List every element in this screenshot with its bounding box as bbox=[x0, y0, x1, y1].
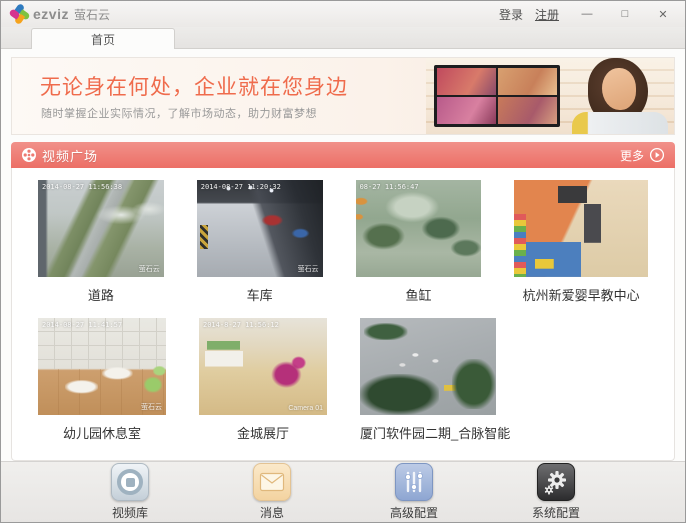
advanced-config-icon bbox=[395, 463, 433, 501]
thumbnail-timestamp: 2014-08-27 11:41:57 bbox=[42, 321, 122, 329]
minimize-button[interactable]: — bbox=[573, 4, 601, 24]
toolbar-item-label: 视频库 bbox=[112, 504, 148, 521]
banner-photo bbox=[426, 58, 674, 134]
toolbar-item-label: 系统配置 bbox=[532, 504, 580, 521]
toolbar-item-messages[interactable]: 消息 bbox=[229, 463, 315, 521]
toolbar-item-label: 高级配置 bbox=[390, 504, 438, 521]
thumbnail-timestamp: 2014-08-27 11:56:38 bbox=[42, 183, 122, 191]
thumbnail-caption: 鱼缸 bbox=[356, 285, 482, 304]
video-plaza-body: 2014-08-27 11:56:38 萤石云 道路 2014-08-27 11… bbox=[11, 168, 675, 461]
thumbnail-timestamp: 2014-08-27 11:20:32 bbox=[201, 183, 281, 191]
toolbar-item-system-config[interactable]: 系统配置 bbox=[513, 463, 599, 521]
ezviz-pinwheel-icon bbox=[11, 5, 29, 23]
thumbnail-timestamp: 2014-8-27 11:56:12 bbox=[203, 321, 279, 329]
close-button[interactable]: ✕ bbox=[649, 4, 677, 24]
more-arrow-icon bbox=[649, 147, 665, 163]
thumbnail-image: 08-27 11:56:47 bbox=[356, 180, 482, 277]
thumbnail-timestamp: 08-27 11:56:47 bbox=[360, 183, 419, 191]
app-window: ezviz 萤石云 登录 注册 — □ ✕ 首页 无论身在何处，企业就在您身边 … bbox=[0, 0, 686, 523]
tab-bar: 首页 bbox=[1, 27, 685, 49]
more-button[interactable]: 更多 bbox=[620, 147, 665, 164]
thumbnail-watermark: 萤石云 bbox=[139, 264, 160, 274]
bottom-toolbar: 视频库 消息 高级配置 bbox=[1, 461, 685, 522]
woman-graphic bbox=[560, 58, 670, 135]
promo-banner[interactable]: 无论身在何处，企业就在您身边 随时掌握企业实际情况，了解市场动态，助力财富梦想 bbox=[11, 57, 675, 135]
cctv-monitor-graphic bbox=[434, 65, 560, 127]
main-content: 无论身在何处，企业就在您身边 随时掌握企业实际情况，了解市场动态，助力财富梦想 bbox=[1, 49, 685, 461]
thumbnail-caption: 厦门软件园二期_合脉智能 bbox=[360, 423, 496, 442]
video-plaza-title: 视频广场 bbox=[42, 146, 98, 165]
thumbnail-row: 2014-08-27 11:41:57 萤石云 幼儿园休息室 2014-8-27… bbox=[38, 318, 648, 442]
thumbnail-row: 2014-08-27 11:56:38 萤石云 道路 2014-08-27 11… bbox=[38, 180, 648, 304]
monitor-cell bbox=[437, 68, 496, 95]
login-link[interactable]: 登录 bbox=[495, 4, 527, 25]
thumbnail-caption: 金城展厅 bbox=[199, 423, 327, 442]
brand-name-cn: 萤石云 bbox=[74, 6, 110, 23]
record-ring bbox=[117, 469, 143, 495]
tab-home[interactable]: 首页 bbox=[31, 28, 175, 49]
monitor-cell bbox=[437, 97, 496, 124]
thumbnail-caption: 道路 bbox=[38, 285, 164, 304]
thumbnail-image: 2014-08-27 11:20:32 萤石云 bbox=[197, 180, 323, 277]
app-logo: ezviz 萤石云 bbox=[11, 5, 110, 23]
thumbnail-watermark: 萤石云 bbox=[298, 264, 319, 274]
message-icon bbox=[253, 463, 291, 501]
thumbnail-image: 2014-08-27 11:56:38 萤石云 bbox=[38, 180, 164, 277]
monitor-cell bbox=[498, 97, 557, 124]
thumbnail-image bbox=[360, 318, 496, 415]
thumbnail-caption: 车库 bbox=[197, 285, 323, 304]
video-thumbnail[interactable]: 厦门软件园二期_合脉智能 bbox=[360, 318, 496, 442]
titlebar-actions: 登录 注册 — □ ✕ bbox=[495, 4, 677, 25]
thumbnail-image: 2014-08-27 11:41:57 萤石云 bbox=[38, 318, 166, 415]
maximize-button[interactable]: □ bbox=[611, 4, 639, 24]
film-reel-icon bbox=[21, 147, 37, 163]
system-config-icon bbox=[537, 463, 575, 501]
video-thumbnail[interactable]: 08-27 11:56:47 鱼缸 bbox=[356, 180, 482, 304]
video-thumbnail[interactable]: 2014-8-27 11:56:12 Camera 01 金城展厅 bbox=[199, 318, 327, 442]
toolbar-item-video-library[interactable]: 视频库 bbox=[87, 463, 173, 521]
window-titlebar: ezviz 萤石云 登录 注册 — □ ✕ bbox=[1, 1, 685, 27]
video-plaza-header: 视频广场 更多 bbox=[11, 142, 675, 168]
thumbnail-caption: 杭州新爱婴早教中心 bbox=[514, 285, 648, 304]
video-thumbnail[interactable]: 2014-08-27 11:56:38 萤石云 道路 bbox=[38, 180, 164, 304]
woman-face bbox=[602, 68, 636, 110]
more-label: 更多 bbox=[620, 147, 644, 164]
video-thumbnail[interactable]: 杭州新爱婴早教中心 bbox=[514, 180, 648, 304]
video-thumbnail[interactable]: 2014-08-27 11:41:57 萤石云 幼儿园休息室 bbox=[38, 318, 166, 442]
woman-body bbox=[572, 112, 668, 135]
thumbnail-image bbox=[514, 180, 648, 277]
thumbnail-watermark: 萤石云 bbox=[141, 402, 162, 412]
tab-home-label: 首页 bbox=[91, 31, 115, 48]
register-link[interactable]: 注册 bbox=[531, 4, 563, 25]
thumbnail-watermark: Camera 01 bbox=[288, 405, 323, 412]
record-dot bbox=[126, 478, 135, 487]
thumbnail-image: 2014-8-27 11:56:12 Camera 01 bbox=[199, 318, 327, 415]
banner-headline: 无论身在何处，企业就在您身边 bbox=[40, 71, 348, 101]
video-thumbnail[interactable]: 2014-08-27 11:20:32 萤石云 车库 bbox=[197, 180, 323, 304]
toolbar-item-advanced-config[interactable]: 高级配置 bbox=[371, 463, 457, 521]
video-library-icon bbox=[111, 463, 149, 501]
brand-name: ezviz bbox=[33, 6, 69, 22]
toolbar-item-label: 消息 bbox=[260, 504, 284, 521]
thumbnail-caption: 幼儿园休息室 bbox=[38, 423, 166, 442]
monitor-cell bbox=[498, 68, 557, 95]
banner-subline: 随时掌握企业实际情况，了解市场动态，助力财富梦想 bbox=[41, 105, 317, 121]
